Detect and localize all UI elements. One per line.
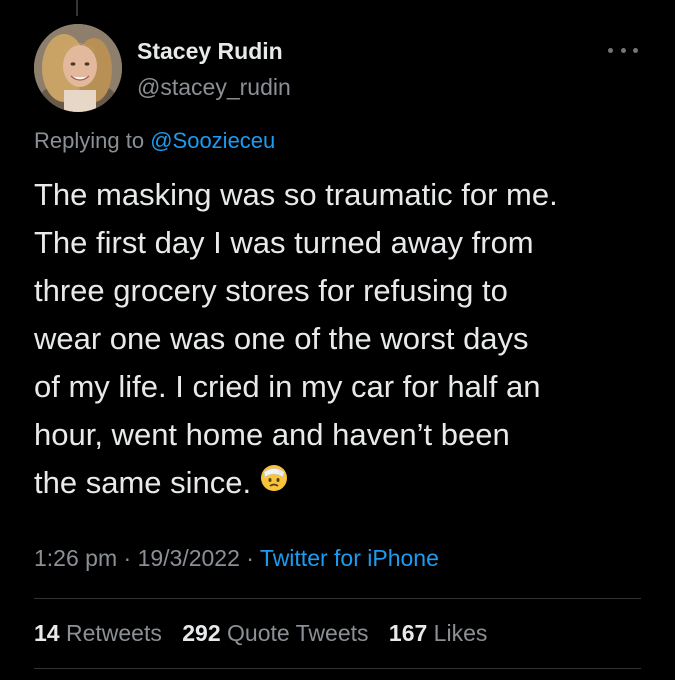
retweets-label: Retweets [65, 620, 162, 646]
tweet-text-line-last: the same since. [34, 459, 654, 509]
retweets-count: 14 [34, 620, 60, 646]
quote-tweets-label: Quote Tweets [227, 620, 369, 646]
author-display-name[interactable]: Stacey Rudin [137, 38, 283, 65]
retweets-stat[interactable]: 14 Retweets [34, 620, 162, 646]
tweet-date[interactable]: 19/3/2022 [138, 545, 240, 571]
likes-label: Likes [433, 620, 488, 646]
author-handle[interactable]: @stacey_rudin [137, 74, 291, 101]
tweet-source-link[interactable]: Twitter for iPhone [260, 545, 439, 571]
replying-to-label: Replying to [34, 128, 145, 153]
replying-to: Replying to @Soozieceu [34, 128, 275, 154]
likes-count: 167 [388, 620, 428, 646]
tweet-text-line-last-text: the same since. [34, 465, 252, 500]
avatar[interactable] [34, 24, 122, 112]
tweet-metadata: 1:26 pm · 19/3/2022 · Twitter for iPhone [34, 545, 439, 572]
quote-tweets-count: 292 [182, 620, 221, 646]
quote-tweets-stat[interactable]: 292 Quote Tweets [182, 620, 368, 646]
tweet-stats: 14 Retweets 292 Quote Tweets 167 Likes [34, 620, 501, 647]
more-options-button[interactable] [608, 40, 638, 60]
divider [34, 668, 641, 669]
tweet-text-line: The masking was so traumatic for me. [34, 177, 558, 212]
tweet-text: The masking was so traumatic for me. The… [34, 171, 654, 509]
face-with-head-bandage-emoji-icon [259, 459, 289, 507]
tweet-text-line: hour, went home and haven’t been [34, 417, 510, 452]
tweet-text-line: The first day I was turned away from [34, 225, 534, 260]
meta-separator: · [117, 545, 138, 571]
likes-stat[interactable]: 167 Likes [389, 620, 487, 646]
divider [34, 598, 641, 599]
more-horizontal-icon [608, 47, 613, 53]
tweet-text-line: three grocery stores for refusing to [34, 273, 508, 308]
thread-connector-line [76, 0, 78, 16]
profile-photo-icon [34, 24, 122, 112]
reply-to-mention-link[interactable]: @Soozieceu [150, 128, 275, 153]
meta-separator: · [239, 545, 260, 571]
tweet-text-line: of my life. I cried in my car for half a… [34, 369, 541, 404]
tweet-time[interactable]: 1:26 pm [34, 545, 117, 571]
tweet-text-line: wear one was one of the worst days [34, 321, 529, 356]
